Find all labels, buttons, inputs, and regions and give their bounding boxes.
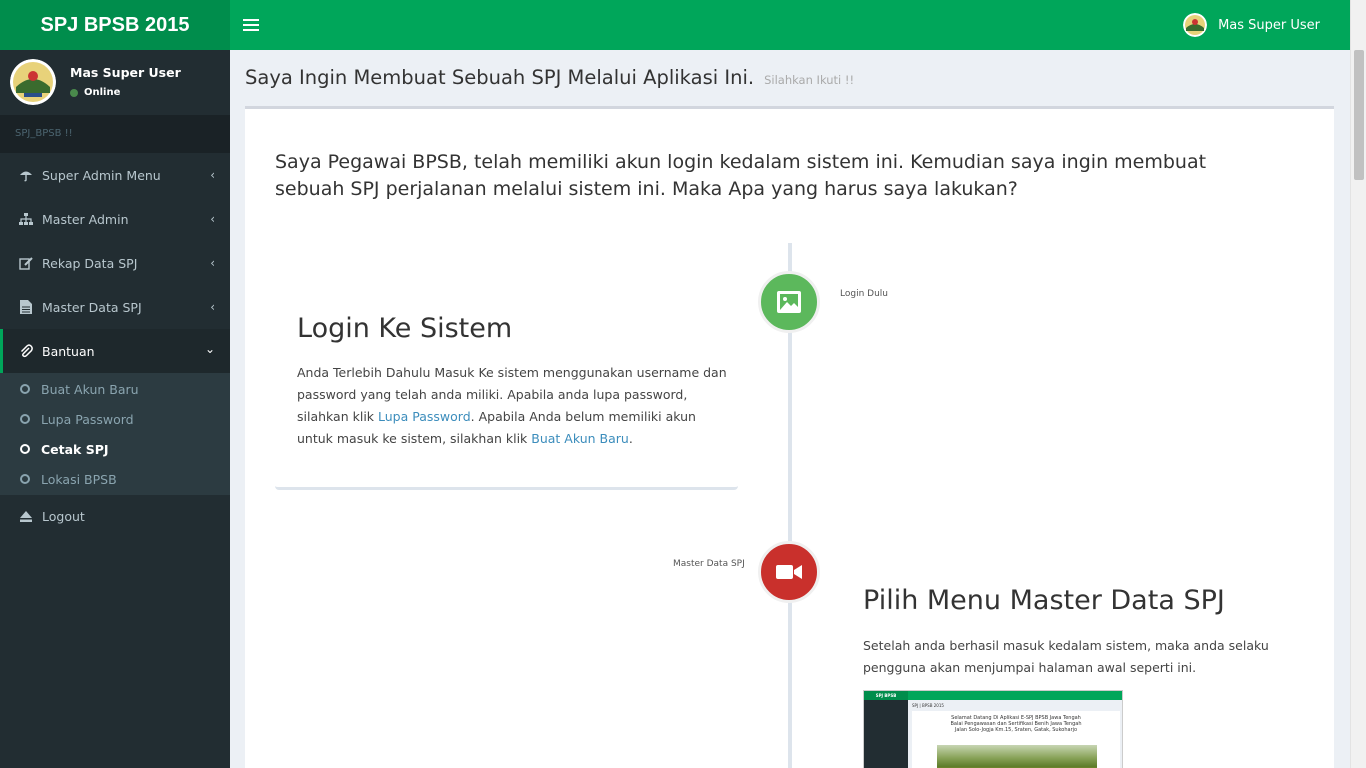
sidebar-item-label: Super Admin Menu bbox=[42, 167, 161, 183]
sidebar-item-master-data-spj[interactable]: Master Data SPJ ‹ bbox=[0, 285, 230, 329]
thumb-landscape-image bbox=[937, 745, 1097, 768]
circle-icon bbox=[20, 414, 30, 424]
edit-icon bbox=[18, 255, 34, 271]
user-avatar-icon bbox=[1183, 13, 1208, 37]
umbrella-icon bbox=[18, 167, 34, 183]
timeline-tag: Login Dulu bbox=[840, 289, 888, 299]
user-status-label: Online bbox=[84, 87, 121, 98]
panel-heading: Login Ke Sistem bbox=[297, 313, 513, 344]
circle-icon bbox=[20, 474, 30, 484]
panel-text: Setelah anda berhasil masuk kedalam sist… bbox=[863, 638, 1269, 675]
chevron-left-icon: ‹ bbox=[210, 256, 215, 270]
submenu-item-lupa-password[interactable]: Lupa Password bbox=[0, 404, 230, 434]
thumb-box: Selamat Datang Di Aplikasi E-SPJ BPSB Ja… bbox=[912, 711, 1120, 768]
buat-akun-baru-link[interactable]: Buat Akun Baru bbox=[531, 431, 629, 446]
lupa-password-link[interactable]: Lupa Password bbox=[378, 409, 471, 424]
bantuan-submenu: Buat Akun Baru Lupa Password Cetak SPJ L… bbox=[0, 373, 230, 495]
sitemap-icon bbox=[18, 211, 34, 227]
timeline-tag: Master Data SPJ bbox=[673, 559, 745, 569]
content-box: Saya Pegawai BPSB, telah memiliki akun l… bbox=[245, 106, 1334, 768]
content-header: Saya Ingin Membuat Sebuah SPJ Melalui Ap… bbox=[245, 66, 854, 89]
submenu-item-label: Lokasi BPSB bbox=[41, 471, 117, 487]
sidebar-toggle-button[interactable] bbox=[243, 16, 259, 34]
scrollbar-thumb[interactable] bbox=[1354, 50, 1364, 180]
image-icon bbox=[777, 291, 801, 313]
intro-question: Saya Pegawai BPSB, telah memiliki akun l… bbox=[275, 151, 1207, 200]
navbar-user-name: Mas Super User bbox=[1218, 17, 1320, 33]
sidebar: Mas Super User Online SPJ_BPSB !! Super … bbox=[0, 50, 230, 768]
circle-icon bbox=[20, 444, 30, 454]
submenu-item-cetak-spj[interactable]: Cetak SPJ bbox=[0, 434, 230, 464]
sidebar-item-logout[interactable]: Logout bbox=[0, 495, 230, 537]
sidebar-item-bantuan[interactable]: Bantuan ⌄ bbox=[0, 329, 230, 373]
eject-icon bbox=[18, 508, 34, 524]
sidebar-item-label: Logout bbox=[42, 508, 85, 524]
submenu-item-label: Cetak SPJ bbox=[41, 441, 109, 457]
screenshot-thumbnail: SPJ BPSB SPJ | BPSB 2015 Selamat Datang … bbox=[863, 690, 1123, 768]
timeline-marker-master-data[interactable] bbox=[758, 541, 820, 603]
sidebar-user-name: Mas Super User bbox=[70, 65, 181, 80]
submenu-item-label: Buat Akun Baru bbox=[41, 381, 139, 397]
sidebar-item-label: Bantuan bbox=[42, 343, 95, 359]
sidebar-item-label: Master Admin bbox=[42, 211, 129, 227]
timeline-marker-login[interactable] bbox=[758, 271, 820, 333]
app-logo[interactable]: SPJ BPSB 2015 bbox=[0, 0, 230, 50]
user-status: Online bbox=[70, 87, 120, 98]
user-avatar-icon bbox=[10, 59, 56, 105]
page-scrollbar[interactable] bbox=[1350, 0, 1366, 768]
file-icon bbox=[18, 299, 34, 315]
sidebar-item-label: Rekap Data SPJ bbox=[42, 255, 138, 271]
chevron-left-icon: ‹ bbox=[210, 212, 215, 226]
sidebar-item-master-admin[interactable]: Master Admin ‹ bbox=[0, 197, 230, 241]
video-camera-icon bbox=[776, 565, 802, 579]
top-navbar: SPJ BPSB 2015 Mas Super User bbox=[0, 0, 1350, 50]
submenu-item-buat-akun-baru[interactable]: Buat Akun Baru bbox=[0, 374, 230, 404]
page-subtitle: Silahkan Ikuti !! bbox=[764, 73, 855, 87]
submenu-item-lokasi-bpsb[interactable]: Lokasi BPSB bbox=[0, 464, 230, 494]
chevron-down-icon: ⌄ bbox=[204, 342, 215, 356]
submenu-item-label: Lupa Password bbox=[41, 411, 134, 427]
paperclip-icon bbox=[18, 343, 34, 359]
page-title: Saya Ingin Membuat Sebuah SPJ Melalui Ap… bbox=[245, 66, 755, 89]
panel-heading: Pilih Menu Master Data SPJ bbox=[863, 585, 1225, 616]
timeline-panel-login: Login Ke Sistem Anda Terlebih Dahulu Mas… bbox=[275, 279, 738, 490]
circle-icon bbox=[20, 384, 30, 394]
panel-text: Anda Terlebih Dahulu Masuk Ke sistem men… bbox=[297, 365, 727, 446]
user-panel: Mas Super User Online bbox=[0, 50, 230, 115]
thumb-welcome-text: Selamat Datang Di Aplikasi E-SPJ BPSB Ja… bbox=[950, 715, 1082, 733]
thumb-header: SPJ | BPSB 2015 bbox=[912, 703, 944, 708]
chevron-left-icon: ‹ bbox=[210, 300, 215, 314]
hamburger-icon bbox=[243, 19, 259, 21]
sidebar-item-label: Master Data SPJ bbox=[42, 299, 142, 315]
user-menu[interactable]: Mas Super User bbox=[1183, 12, 1320, 38]
sidebar-item-super-admin-menu[interactable]: Super Admin Menu ‹ bbox=[0, 153, 230, 197]
sidebar-header: SPJ_BPSB !! bbox=[0, 115, 230, 153]
chevron-left-icon: ‹ bbox=[210, 168, 215, 182]
thumb-logo: SPJ BPSB bbox=[864, 691, 908, 700]
online-dot-icon bbox=[70, 88, 78, 97]
thumb-sidebar bbox=[864, 700, 908, 768]
sidebar-item-rekap-data-spj[interactable]: Rekap Data SPJ ‹ bbox=[0, 241, 230, 285]
